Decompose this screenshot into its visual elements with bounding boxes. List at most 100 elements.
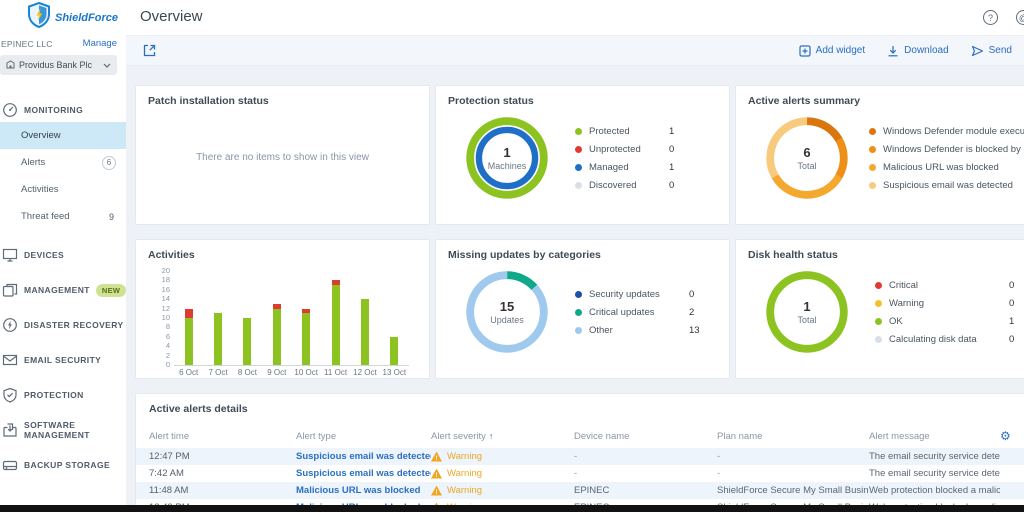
legend-item: Security updates 0 xyxy=(575,289,700,300)
alert-message-cell: The email security service detected ... xyxy=(869,451,1000,462)
legend-label: Managed xyxy=(589,161,629,173)
building-icon xyxy=(6,59,15,71)
help-icon[interactable]: ? xyxy=(983,10,998,25)
legend-dot xyxy=(575,326,582,334)
device-name-cell: - xyxy=(574,451,578,462)
page-title: Overview xyxy=(140,8,203,25)
legend-label: Calculating disk data xyxy=(889,333,977,345)
sidebar-section-software-management[interactable]: SOFTWARE MANAGEMENT xyxy=(0,420,126,440)
protection-status-donut-chart: 1 Machines xyxy=(461,112,553,204)
dashboard-toolbar: Add widget Download Send xyxy=(126,36,1024,66)
missing-updates-donut-chart: 15 Updates xyxy=(461,266,553,358)
sidebar-section-devices[interactable]: DEVICES xyxy=(0,245,126,265)
sidebar-section-monitoring[interactable]: MONITORING xyxy=(0,100,126,120)
legend-value: 13 xyxy=(689,324,700,336)
legend-label: Other xyxy=(589,324,613,336)
y-axis-tick-label: 0 xyxy=(165,360,170,369)
alert-time-cell: 7:42 AM xyxy=(149,468,184,479)
column-device-name[interactable]: Device name xyxy=(574,431,717,442)
add-widget-button[interactable]: Add widget xyxy=(799,44,866,57)
x-axis-tick-label: 7 Oct xyxy=(208,368,228,377)
sidebar-section-protection[interactable]: PROTECTION xyxy=(0,385,126,405)
table-row[interactable]: 7:42 AM Suspicious email was detectedWarn… xyxy=(136,465,1024,482)
legend-value: 2 xyxy=(689,306,695,318)
legend: Security updates 0 Critical updates 2 Other 1… xyxy=(575,289,700,336)
legend: Critical 0 Warning 0 OK 1 Calculating disk dat… xyxy=(875,280,1014,345)
warning-icon xyxy=(431,485,442,496)
layers-icon xyxy=(2,282,18,298)
legend-item: Managed 1 xyxy=(575,162,674,173)
add-widget-label: Add widget xyxy=(815,45,866,56)
brand-logo[interactable]: ShieldForce xyxy=(0,0,126,36)
legend-value: 0 xyxy=(689,288,695,300)
download-button[interactable]: Download xyxy=(887,45,949,57)
company-name: EPINEC LLC xyxy=(1,38,53,49)
section-label: MANAGEMENT xyxy=(24,284,90,295)
sidebar-section-backup-storage[interactable]: BACKUP STORAGE xyxy=(0,455,126,475)
shield-check-icon xyxy=(2,387,18,403)
bar-segment[interactable] xyxy=(360,299,369,365)
sidebar-item-overview[interactable]: Overview xyxy=(0,122,126,149)
package-icon xyxy=(2,422,18,438)
x-axis-tick-label: 6 Oct xyxy=(179,368,199,377)
bar-segment[interactable] xyxy=(214,313,223,365)
expand-dashboard-icon[interactable] xyxy=(143,44,156,57)
bar-segment[interactable] xyxy=(390,336,399,365)
bottom-edge-bar xyxy=(0,505,1024,512)
manage-link[interactable]: Manage xyxy=(83,38,117,49)
bar-segment[interactable] xyxy=(184,318,193,365)
alert-time-cell: 12:47 PM xyxy=(149,451,190,462)
y-axis-tick-label: 2 xyxy=(165,350,170,360)
x-axis-tick-label: 9 Oct xyxy=(267,368,287,377)
warning-icon xyxy=(431,451,442,462)
bar-segment[interactable] xyxy=(331,285,340,365)
legend-item: Windows Defender is blocked by a th...1 xyxy=(869,144,1024,155)
table-row[interactable]: 12:47 PM Suspicious email was detectedWar… xyxy=(136,448,1024,465)
bar-segment[interactable] xyxy=(331,280,340,286)
legend-value: 0 xyxy=(1009,333,1015,345)
sidebar-section-disaster-recovery[interactable]: DISASTER RECOVERY xyxy=(0,315,126,335)
column-plan-name[interactable]: Plan name xyxy=(717,431,869,442)
legend-value: 1 xyxy=(669,125,675,137)
section-label: SOFTWARE MANAGEMENT xyxy=(24,420,90,441)
bar-segment[interactable] xyxy=(184,308,193,318)
bar-segment[interactable] xyxy=(272,308,281,365)
widget-title: Active alerts summary xyxy=(748,95,861,107)
legend-dot xyxy=(575,145,582,153)
donut-label: Machines xyxy=(487,161,527,171)
y-axis-tick-label: 6 xyxy=(165,331,170,341)
bar-segment[interactable] xyxy=(243,318,252,365)
bar-segment[interactable] xyxy=(302,308,311,314)
sidebar-item-alerts[interactable]: Alerts 6 xyxy=(0,149,126,176)
table-row[interactable]: 11:48 AM Malicious URL was blockedWarning… xyxy=(136,482,1024,499)
column-alert-type[interactable]: Alert type xyxy=(296,431,431,442)
sidebar-item-threat-feed[interactable]: Threat feed 9 xyxy=(0,203,126,230)
send-button[interactable]: Send xyxy=(971,45,1012,57)
column-alert-severity[interactable]: Alert severity ↑ xyxy=(431,431,574,442)
alert-type-link[interactable]: Malicious URL was blocked xyxy=(296,485,431,496)
column-alert-message[interactable]: Alert message xyxy=(869,431,1000,442)
bar-segment[interactable] xyxy=(302,313,311,365)
alert-type-link[interactable]: Suspicious email was detected xyxy=(296,451,431,462)
table-settings-gear-icon[interactable]: ⚙ xyxy=(1000,430,1022,442)
legend-item: Discovered 0 xyxy=(575,180,674,191)
legend-label: Critical updates xyxy=(589,306,655,318)
alert-severity-cell: Warning xyxy=(431,485,574,496)
x-axis-tick-label: 10 Oct xyxy=(294,368,318,377)
tenant-selector[interactable]: Providus Bank Plc xyxy=(0,55,117,75)
x-axis-tick-label: 11 Oct xyxy=(324,368,348,377)
legend-dot xyxy=(869,127,876,135)
legend-label: Windows Defender module executio... xyxy=(883,125,1024,137)
sidebar-item-activities[interactable]: Activities xyxy=(0,176,126,203)
sidebar-section-email-security[interactable]: EMAIL SECURITY xyxy=(0,350,126,370)
section-label: PROTECTION xyxy=(24,389,84,400)
bar-segment[interactable] xyxy=(272,303,281,309)
alert-type-link[interactable]: Suspicious email was detected xyxy=(296,468,431,479)
threat-feed-count: 9 xyxy=(108,211,114,222)
account-icon[interactable]: @ xyxy=(1016,10,1024,25)
sidebar-section-management[interactable]: MANAGEMENT NEW xyxy=(0,280,127,300)
legend-dot xyxy=(575,308,582,316)
sidebar-nav: MONITORING Overview Alerts 6 Activities … xyxy=(0,100,127,475)
sidebar-item-label: Alerts xyxy=(21,157,46,168)
column-alert-time[interactable]: Alert time xyxy=(149,431,296,442)
